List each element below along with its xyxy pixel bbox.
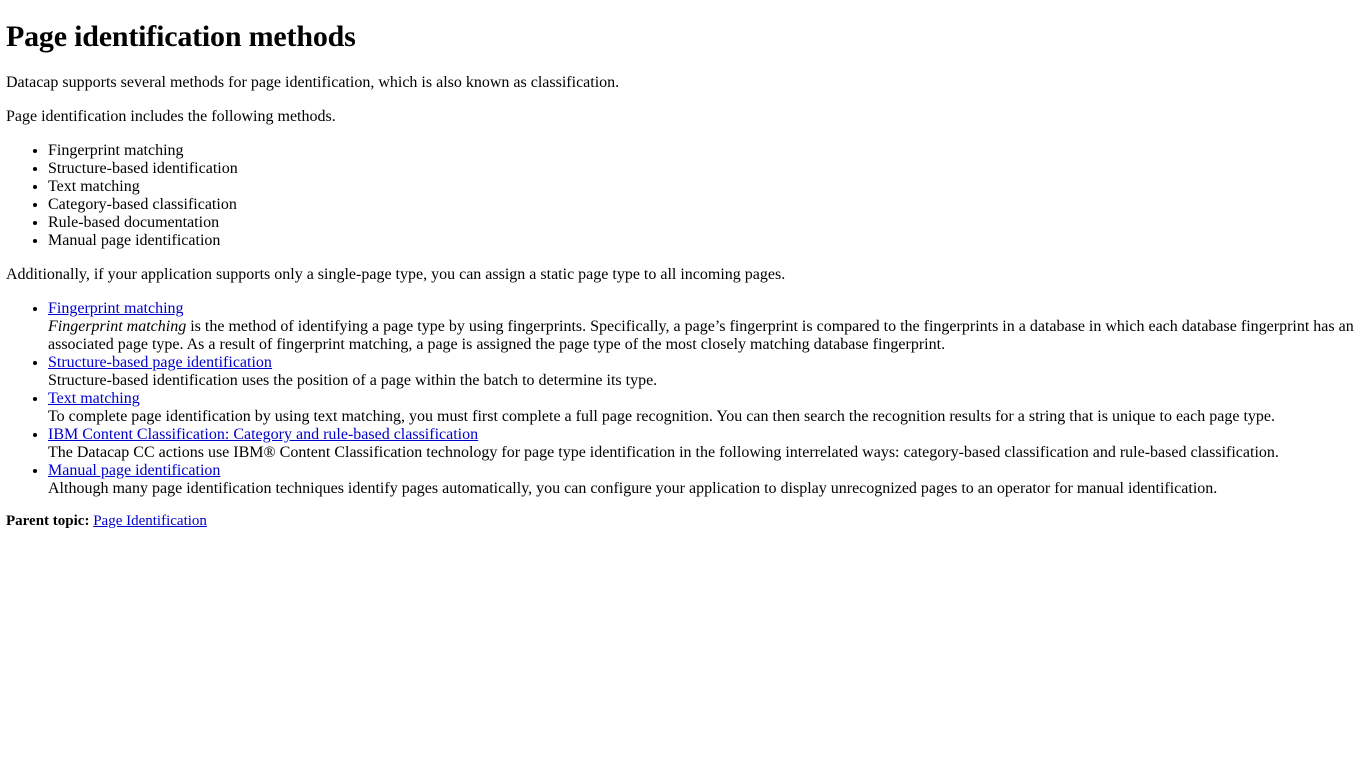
note-paragraph: Additionally, if your application suppor…: [6, 266, 786, 283]
topic-description: To complete page identification by using…: [48, 408, 1275, 425]
topic-link-ibm-content-classification[interactable]: IBM Content Classification: Category and…: [48, 426, 478, 443]
topic-link-manual-page-identification[interactable]: Manual page identification: [48, 462, 220, 479]
topic-description: Although many page identification techni…: [48, 480, 1218, 497]
topic-description: The Datacap CC actions use IBM® Content …: [48, 444, 1279, 461]
list-item: Manual page identification Although many…: [48, 462, 1358, 498]
list-item: Rule-based documentation: [48, 214, 1358, 232]
page-title: Page identification methods: [6, 20, 356, 53]
topic-links-list: Fingerprint matching Fingerprint matchin…: [6, 300, 1358, 498]
list-item: Text matching To complete page identific…: [48, 390, 1358, 426]
document-page: Page identification methods Datacap supp…: [0, 0, 1366, 530]
list-item: Fingerprint matching: [48, 142, 1358, 160]
intro-paragraph-2: Page identification includes the followi…: [6, 108, 336, 125]
topic-description-text: is the method of identifying a page type…: [48, 318, 1354, 353]
list-item: Fingerprint matching Fingerprint matchin…: [48, 300, 1358, 354]
topic-description: Structure-based identification uses the …: [48, 372, 658, 389]
parent-topic: Parent topic: Page Identification: [6, 512, 1358, 530]
parent-topic-link[interactable]: Page Identification: [93, 513, 207, 529]
list-item: Text matching: [48, 178, 1358, 196]
intro-paragraph-1: Datacap supports several methods for pag…: [6, 74, 620, 91]
methods-list: Fingerprint matching Structure-based ide…: [6, 142, 1358, 250]
list-item: IBM Content Classification: Category and…: [48, 426, 1358, 462]
list-item: Category-based classification: [48, 196, 1358, 214]
emphasis-term: Fingerprint matching: [48, 318, 187, 335]
list-item: Manual page identification: [48, 232, 1358, 250]
list-item: Structure-based identification: [48, 160, 1358, 178]
parent-topic-label: Parent topic:: [6, 513, 90, 529]
topic-description: Fingerprint matching is the method of id…: [48, 318, 1358, 354]
topic-link-fingerprint-matching[interactable]: Fingerprint matching: [48, 300, 184, 317]
list-item: Structure-based page identification Stru…: [48, 354, 1358, 390]
topic-link-structure-based-page-identification[interactable]: Structure-based page identification: [48, 354, 272, 371]
topic-link-text-matching[interactable]: Text matching: [48, 390, 140, 407]
